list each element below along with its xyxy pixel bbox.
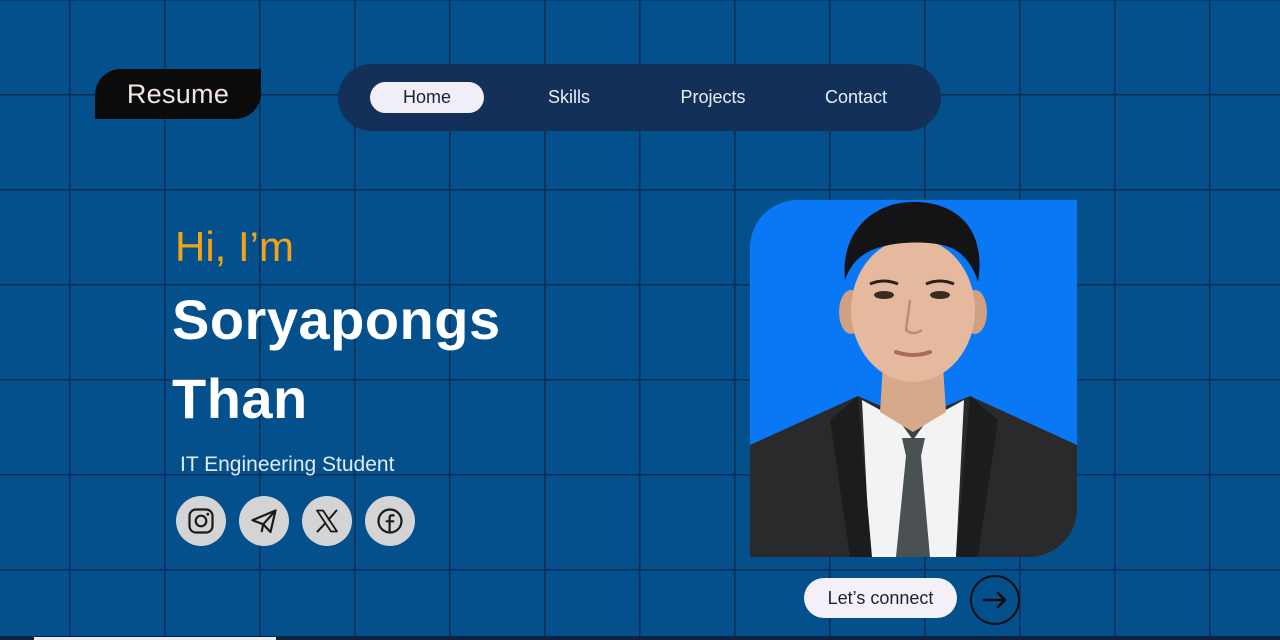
- profile-photo: [750, 200, 1077, 557]
- facebook-icon: [377, 508, 403, 534]
- role-text: IT Engineering Student: [180, 453, 395, 476]
- nav-contact[interactable]: Contact: [805, 82, 907, 113]
- facebook-button[interactable]: [365, 496, 415, 546]
- x-icon: [316, 509, 338, 533]
- telegram-button[interactable]: [239, 496, 289, 546]
- lets-connect-button[interactable]: Let’s connect: [804, 578, 957, 618]
- nav-skills[interactable]: Skills: [522, 82, 616, 113]
- portrait-illustration: [750, 200, 1077, 557]
- bottom-scrollbar[interactable]: [0, 636, 1280, 640]
- x-button[interactable]: [302, 496, 352, 546]
- arrow-right-icon: [982, 591, 1007, 609]
- greeting-text: Hi, I’m: [175, 223, 294, 270]
- first-name: Soryapongs: [172, 288, 501, 351]
- last-name: Than: [172, 367, 308, 430]
- instagram-icon: [188, 508, 214, 534]
- nav-home[interactable]: Home: [370, 82, 484, 113]
- nav-projects[interactable]: Projects: [660, 82, 766, 113]
- hero-name: Soryapongs Than: [172, 280, 501, 438]
- resume-logo[interactable]: Resume: [95, 69, 261, 119]
- arrow-button[interactable]: [970, 575, 1020, 625]
- telegram-icon: [251, 509, 277, 534]
- instagram-button[interactable]: [176, 496, 226, 546]
- logo-text: Resume: [126, 78, 230, 109]
- main-nav: Home Skills Projects Contact: [338, 64, 941, 131]
